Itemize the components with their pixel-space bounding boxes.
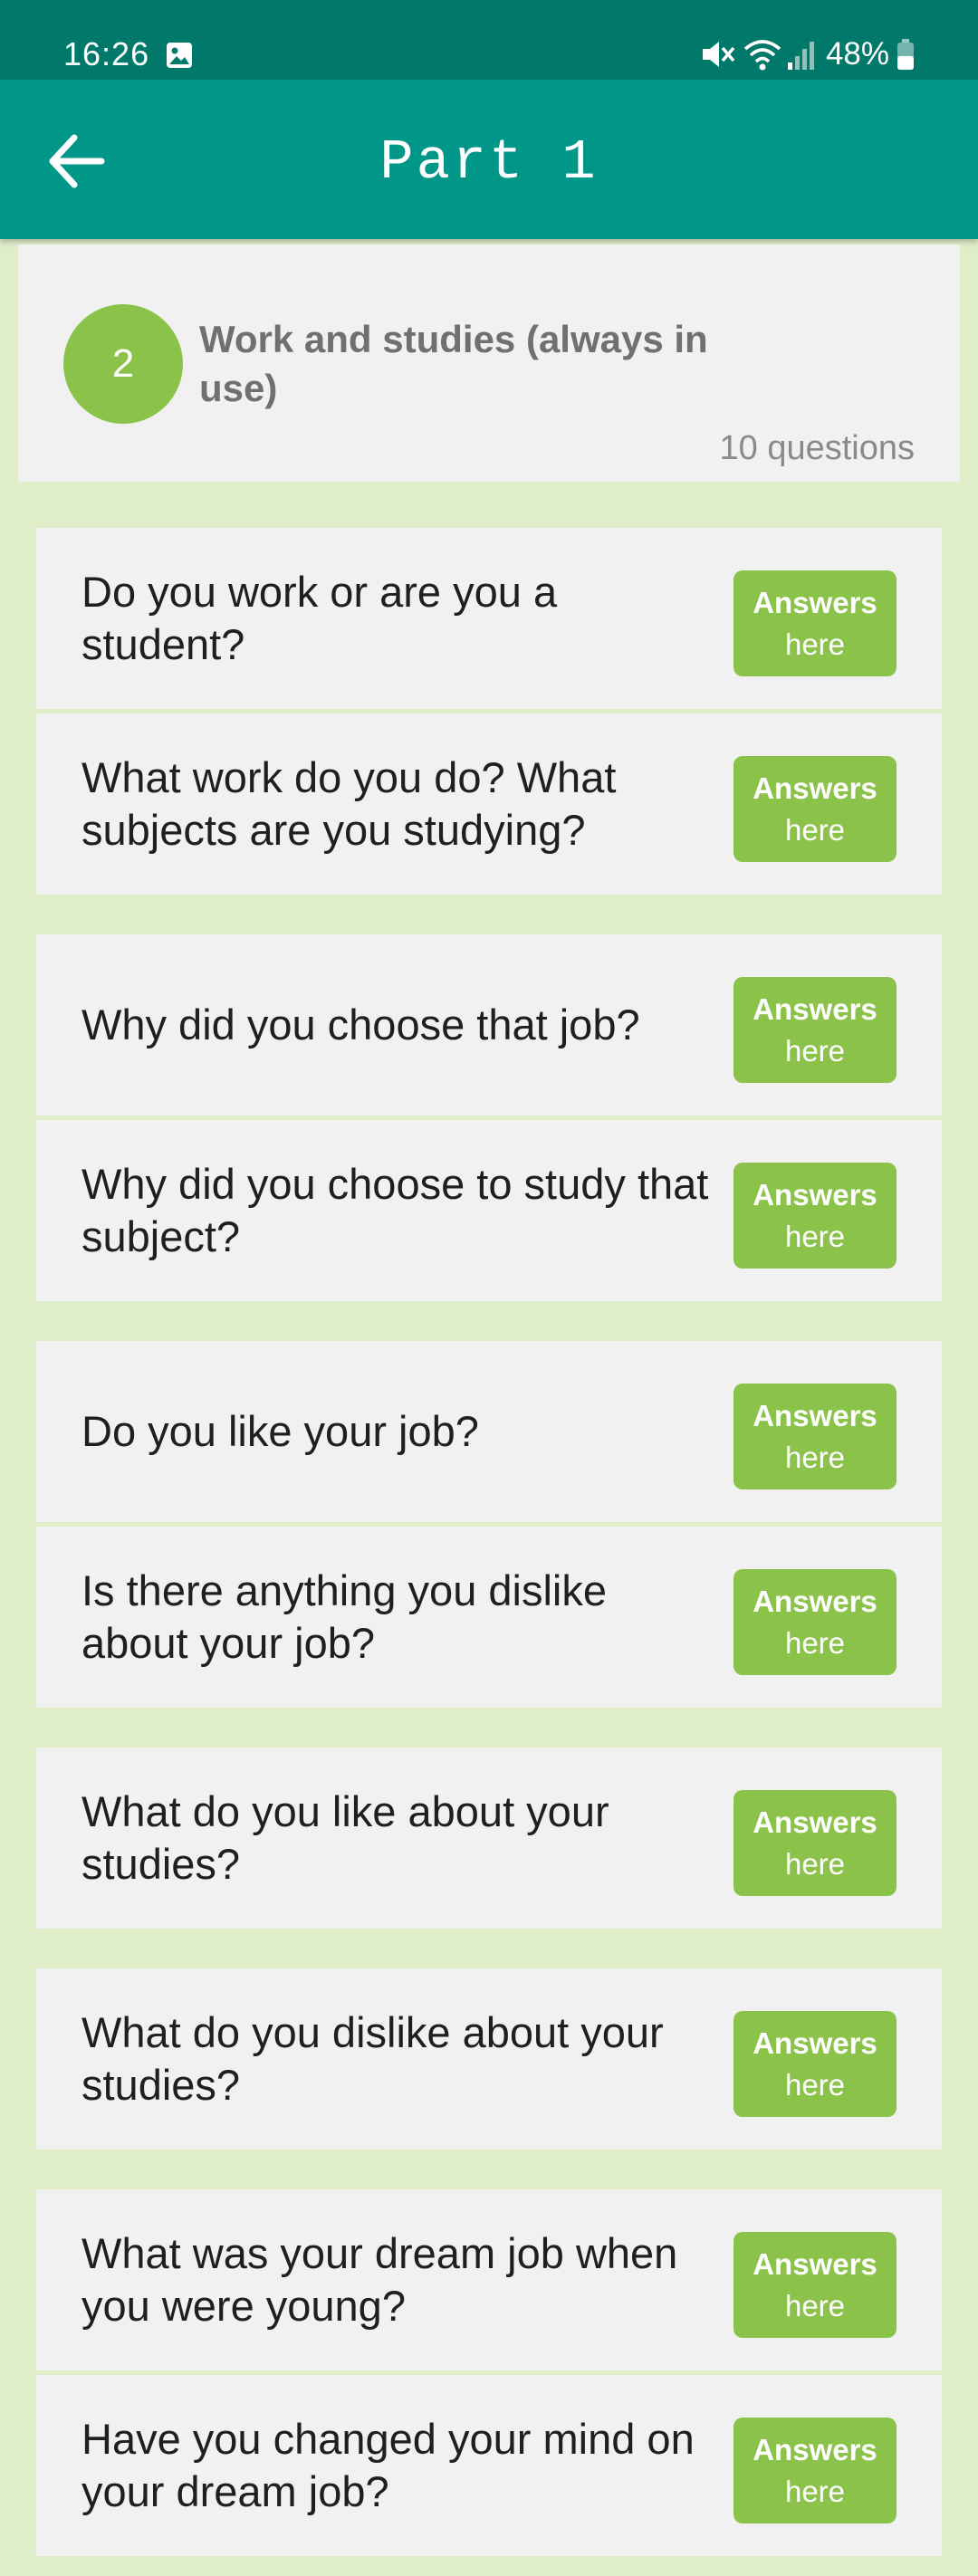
gallery-icon bbox=[165, 41, 194, 70]
topic-title: Work and studies (always in use) bbox=[199, 318, 708, 409]
answers-here-button[interactable]: Answers here bbox=[734, 2011, 896, 2117]
answers-sublabel: here bbox=[784, 1219, 846, 1253]
status-time: 16:26 bbox=[63, 35, 150, 72]
wifi-icon bbox=[743, 37, 782, 72]
question-count: 10 questions bbox=[719, 429, 916, 467]
answers-here-button[interactable]: Answers here bbox=[734, 1384, 896, 1489]
question-group: Do you work or are you a student? Answer… bbox=[36, 528, 942, 895]
question-row[interactable]: Have you changed your mind on your dream… bbox=[36, 2375, 942, 2556]
answers-sublabel: here bbox=[784, 812, 846, 847]
answers-here-button[interactable]: Answers here bbox=[734, 2232, 896, 2338]
question-group: What was your dream job when you were yo… bbox=[36, 2189, 942, 2556]
answers-here-button[interactable]: Answers here bbox=[734, 2418, 896, 2523]
question-text: What do you like about your studies? bbox=[82, 1787, 609, 1888]
question-text: Why did you choose to study that subject… bbox=[82, 1160, 709, 1260]
battery-icon bbox=[896, 38, 915, 71]
answers-sublabel: here bbox=[784, 1625, 846, 1660]
answers-sublabel: here bbox=[784, 1846, 846, 1881]
status-bar: 16:26 48% bbox=[0, 0, 978, 80]
question-text: Do you work or are you a student? bbox=[82, 568, 558, 668]
mute-icon bbox=[699, 37, 735, 72]
answers-sublabel: here bbox=[784, 2067, 846, 2102]
answers-sublabel: here bbox=[784, 2288, 846, 2322]
page-title: Part 1 bbox=[379, 130, 599, 195]
status-icons: 48% bbox=[699, 33, 915, 76]
question-group: What do you like about your studies? Ans… bbox=[36, 1748, 942, 1929]
answers-here-button[interactable]: Answers here bbox=[734, 1569, 896, 1675]
question-row[interactable]: What was your dream job when you were yo… bbox=[36, 2189, 942, 2370]
question-text: What do you dislike about your studies? bbox=[82, 2008, 664, 2109]
question-text: What work do you do? What subjects are y… bbox=[82, 753, 617, 854]
answers-here-button[interactable]: Answers here bbox=[734, 1790, 896, 1896]
answers-label: Answers bbox=[753, 2246, 877, 2281]
topic-number-badge: 2 bbox=[63, 304, 183, 424]
answers-label: Answers bbox=[753, 2432, 877, 2466]
question-row[interactable]: What do you like about your studies? Ans… bbox=[36, 1748, 942, 1929]
question-row[interactable]: What work do you do? What subjects are y… bbox=[36, 713, 942, 895]
app-bar: Part 1 bbox=[0, 80, 978, 239]
answers-label: Answers bbox=[753, 1805, 877, 1839]
topic-header-card: 2 Work and studies (always in use) 10 qu… bbox=[18, 244, 960, 482]
signal-icon bbox=[786, 37, 815, 72]
question-text: Have you changed your mind on your dream… bbox=[82, 2415, 695, 2515]
answers-label: Answers bbox=[753, 991, 877, 1026]
answers-sublabel: here bbox=[784, 2474, 846, 2508]
question-row[interactable]: Do you work or are you a student? Answer… bbox=[36, 528, 942, 709]
question-row[interactable]: Why did you choose that job? Answers her… bbox=[36, 934, 942, 1116]
answers-here-button[interactable]: Answers here bbox=[734, 756, 896, 862]
answers-label: Answers bbox=[753, 585, 877, 619]
answers-here-button[interactable]: Answers here bbox=[734, 570, 896, 676]
answers-label: Answers bbox=[753, 2025, 877, 2060]
question-text: Why did you choose that job? bbox=[82, 1001, 640, 1049]
battery-percent: 48% bbox=[825, 36, 889, 72]
answers-label: Answers bbox=[753, 1177, 877, 1211]
question-row[interactable]: Do you like your job? Answers here bbox=[36, 1341, 942, 1522]
question-group: Do you like your job? Answers here Is th… bbox=[36, 1341, 942, 1708]
question-row[interactable]: Is there anything you dislike about your… bbox=[36, 1527, 942, 1708]
question-text: Do you like your job? bbox=[82, 1407, 479, 1455]
answers-sublabel: here bbox=[784, 1440, 846, 1474]
answers-sublabel: here bbox=[784, 1033, 846, 1068]
answers-label: Answers bbox=[753, 1398, 877, 1432]
question-group: Why did you choose that job? Answers her… bbox=[36, 934, 942, 1301]
question-text: Is there anything you dislike about your… bbox=[82, 1566, 607, 1667]
question-text: What was your dream job when you were yo… bbox=[82, 2229, 678, 2330]
answers-label: Answers bbox=[753, 771, 877, 805]
question-group: What do you dislike about your studies? … bbox=[36, 1968, 942, 2150]
answers-here-button[interactable]: Answers here bbox=[734, 1163, 896, 1269]
question-row[interactable]: Why did you choose to study that subject… bbox=[36, 1120, 942, 1301]
answers-sublabel: here bbox=[784, 627, 846, 661]
answers-here-button[interactable]: Answers here bbox=[734, 977, 896, 1083]
question-row[interactable]: What do you dislike about your studies? … bbox=[36, 1968, 942, 2150]
answers-label: Answers bbox=[753, 1584, 877, 1618]
